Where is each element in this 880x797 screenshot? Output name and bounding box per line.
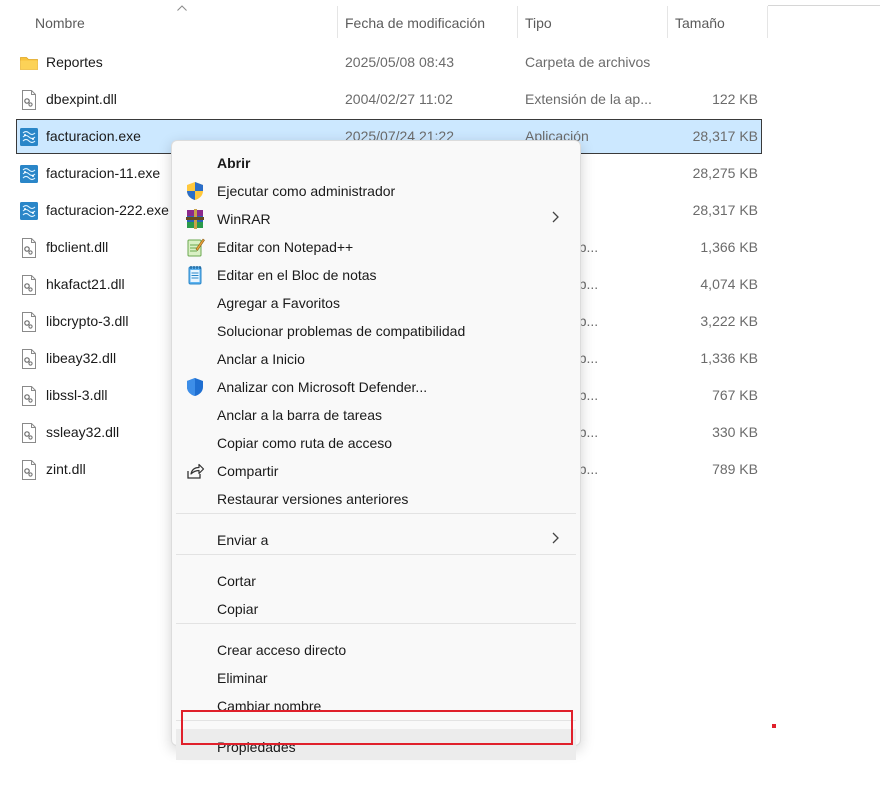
menu-item-editar-con-notepad[interactable]: Editar con Notepad++ — [176, 229, 576, 257]
menu-item-agregar-a-favoritos[interactable]: Agregar a Favoritos — [176, 285, 576, 313]
notepad-icon — [185, 265, 205, 285]
menu-item-label: Copiar — [217, 601, 259, 617]
folder-icon — [20, 53, 38, 73]
column-divider[interactable] — [517, 6, 518, 38]
chevron-right-icon — [550, 210, 560, 224]
defender-shield-icon — [185, 377, 205, 397]
file-size: 789 KB — [712, 461, 758, 477]
menu-item-analizar-con-microsoft-defender[interactable]: Analizar con Microsoft Defender... — [176, 369, 576, 397]
menu-item-label: Cambiar nombre — [217, 698, 322, 714]
file-name: zint.dll — [46, 461, 86, 477]
file-size: 767 KB — [712, 387, 758, 403]
file-name: facturacion-11.exe — [46, 165, 161, 181]
column-header: Nombre Fecha de modificación Tipo Tamaño — [0, 0, 880, 42]
file-row[interactable]: dbexpint.dll 2004/02/27 11:02 Extensión de… — [16, 82, 762, 117]
menu-item-label: Enviar a — [217, 532, 269, 548]
share-icon — [185, 461, 205, 481]
file-name: libssl-3.dll — [46, 387, 108, 403]
file-size: 4,074 KB — [700, 276, 758, 292]
file-type: Extensión de la ap... — [525, 91, 652, 107]
file-size: 28,275 KB — [692, 165, 758, 181]
dll-file-icon — [20, 312, 38, 332]
notepadpp-icon — [185, 237, 205, 257]
sort-ascending-icon — [177, 5, 187, 11]
menu-item-copiar[interactable]: Copiar — [176, 591, 576, 619]
column-divider[interactable] — [667, 6, 668, 38]
dll-file-icon — [20, 275, 38, 295]
dll-file-icon — [20, 460, 38, 480]
file-name: facturacion.exe — [46, 128, 141, 144]
menu-item-copiar-como-ruta-de-acceso[interactable]: Copiar como ruta de acceso — [176, 425, 576, 453]
dll-file-icon — [20, 349, 38, 369]
file-size: 28,317 KB — [692, 202, 758, 218]
file-size: 1,366 KB — [700, 239, 758, 255]
file-size: 3,222 KB — [700, 313, 758, 329]
column-header-date[interactable]: Fecha de modificación — [345, 0, 485, 42]
uac-shield-icon — [185, 181, 205, 201]
file-name: Reportes — [46, 54, 103, 70]
file-date: 2004/02/27 11:02 — [345, 91, 453, 107]
column-divider[interactable] — [337, 6, 338, 38]
context-menu: Abrir Ejecutar como administrador WinRAR Ed… — [171, 140, 581, 760]
menu-item-enviar-a[interactable]: Enviar a — [176, 522, 576, 550]
menu-item-anclar-a-inicio[interactable]: Anclar a Inicio — [176, 341, 576, 369]
winrar-icon — [185, 209, 205, 229]
menu-separator — [176, 720, 576, 721]
menu-item-crear-acceso-directo[interactable]: Crear acceso directo — [176, 632, 576, 660]
menu-item-compartir[interactable]: Compartir — [176, 453, 576, 481]
file-name: libcrypto-3.dll — [46, 313, 129, 329]
menu-item-eliminar[interactable]: Eliminar — [176, 660, 576, 688]
file-name: hkafact21.dll — [46, 276, 125, 292]
exe-app-icon — [20, 201, 38, 221]
menu-item-solucionar-problemas-de-compatibilidad[interactable]: Solucionar problemas de compatibilidad — [176, 313, 576, 341]
file-name: facturacion-222.exe — [46, 202, 169, 218]
menu-item-editar-en-el-bloc-de-notas[interactable]: Editar en el Bloc de notas — [176, 257, 576, 285]
menu-item-winrar[interactable]: WinRAR — [176, 201, 576, 229]
file-name: ssleay32.dll — [46, 424, 120, 440]
exe-app-icon — [20, 127, 38, 147]
menu-item-ejecutar-como-administrador[interactable]: Ejecutar como administrador — [176, 173, 576, 201]
file-row[interactable]: Reportes 2025/05/08 08:43 Carpeta de archi… — [16, 45, 762, 80]
column-header-name[interactable]: Nombre — [35, 0, 85, 42]
menu-item-cambiar-nombre[interactable]: Cambiar nombre — [176, 688, 576, 716]
menu-separator — [176, 554, 576, 555]
dll-file-icon — [20, 90, 38, 110]
menu-item-cortar[interactable]: Cortar — [176, 563, 576, 591]
exe-app-icon — [20, 164, 38, 184]
file-size: 122 KB — [712, 91, 758, 107]
dll-file-icon — [20, 386, 38, 406]
menu-item-label: Propiedades — [217, 739, 296, 755]
column-header-size[interactable]: Tamaño — [675, 0, 725, 42]
file-name: fbclient.dll — [46, 239, 109, 255]
file-name: libeay32.dll — [46, 350, 117, 366]
file-type: Carpeta de archivos — [525, 54, 651, 70]
menu-item-abrir[interactable]: Abrir — [176, 145, 576, 173]
menu-item-label: Restaurar versiones anteriores — [217, 491, 409, 507]
chevron-right-icon — [550, 531, 560, 545]
menu-separator — [176, 623, 576, 624]
file-date: 2025/05/08 08:43 — [345, 54, 454, 70]
column-header-type[interactable]: Tipo — [525, 0, 552, 42]
file-name: dbexpint.dll — [46, 91, 117, 107]
file-size: 1,336 KB — [700, 350, 758, 366]
header-edge-line — [768, 5, 880, 6]
menu-item-propiedades[interactable]: Propiedades — [176, 729, 576, 760]
column-divider[interactable] — [767, 6, 768, 38]
menu-item-anclar-a-la-barra-de-tareas[interactable]: Anclar a la barra de tareas — [176, 397, 576, 425]
menu-separator — [176, 513, 576, 514]
annotation-dot — [772, 724, 776, 728]
dll-file-icon — [20, 238, 38, 258]
dll-file-icon — [20, 423, 38, 443]
file-size: 330 KB — [712, 424, 758, 440]
menu-item-restaurar-versiones-anteriores[interactable]: Restaurar versiones anteriores — [176, 481, 576, 509]
file-size: 28,317 KB — [692, 128, 758, 144]
